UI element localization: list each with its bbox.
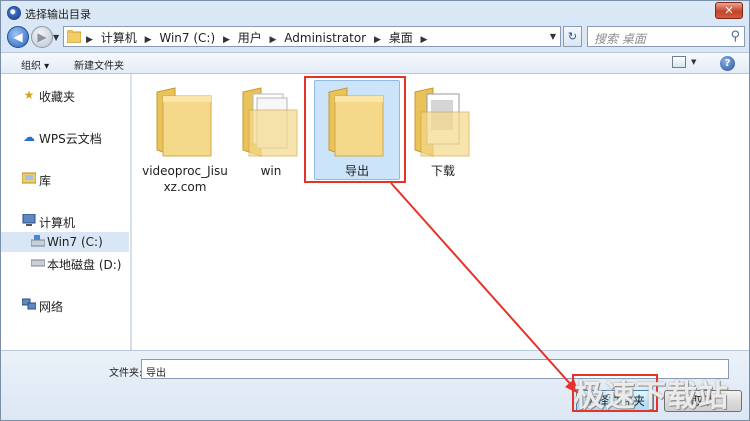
- watermark: 极速下载站: [574, 379, 729, 414]
- dialog-window: 选择输出目录 ✕ ◀ ▶ ▼ ▶ 计算机 ▶ Win7 (C:) ▶ 用户 ▶ …: [0, 0, 750, 421]
- annotation-arrow: [390, 182, 579, 394]
